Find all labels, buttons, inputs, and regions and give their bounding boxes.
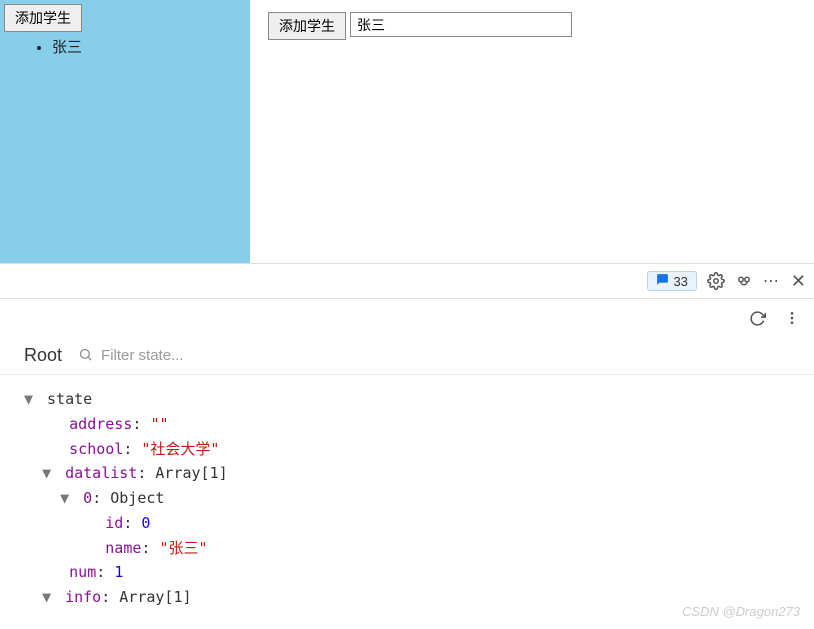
left-panel: 添加学生 张三 xyxy=(0,0,250,263)
tree-key-name[interactable]: name xyxy=(105,539,141,557)
add-student-button-right[interactable]: 添加学生 xyxy=(268,12,346,40)
tree-type: Array[1] xyxy=(155,464,227,482)
caret-down-icon[interactable]: ▼ xyxy=(42,461,56,486)
student-list: 张三 xyxy=(52,36,250,57)
devtools-toolbar: 33 ⋯ ✕ xyxy=(0,263,814,299)
tree-value: "" xyxy=(150,415,168,433)
kebab-menu-icon[interactable] xyxy=(784,310,800,326)
filter-bar: Root xyxy=(0,337,814,375)
copilot-icon[interactable] xyxy=(735,272,753,290)
refresh-icon[interactable] xyxy=(749,310,766,327)
filter-state-input[interactable] xyxy=(101,347,301,364)
state-tree: ▼ state address: "" school: "社会大学" ▼ dat… xyxy=(0,375,814,610)
search-icon xyxy=(78,347,93,365)
tree-key-id[interactable]: id xyxy=(105,514,123,532)
tree-value: 0 xyxy=(141,514,150,532)
tree-value: 1 xyxy=(114,563,123,581)
tree-value: "社会大学" xyxy=(141,440,219,458)
tree-key-address[interactable]: address xyxy=(69,415,132,433)
list-item: 张三 xyxy=(52,36,250,57)
tree-type: Array[1] xyxy=(119,588,191,606)
chat-icon xyxy=(656,273,669,289)
caret-down-icon[interactable]: ▼ xyxy=(60,486,74,511)
add-student-button-left[interactable]: 添加学生 xyxy=(4,4,82,32)
tree-key-index0[interactable]: 0 xyxy=(83,489,92,507)
caret-down-icon[interactable]: ▼ xyxy=(24,387,38,412)
root-label: Root xyxy=(24,345,62,366)
gear-icon[interactable] xyxy=(707,272,725,290)
search-wrap xyxy=(78,347,301,365)
tree-node-state[interactable]: state xyxy=(47,390,92,408)
right-panel: 添加学生 xyxy=(250,0,814,263)
tree-key-school[interactable]: school xyxy=(69,440,123,458)
tree-type: Object xyxy=(110,489,164,507)
tree-key-datalist[interactable]: datalist xyxy=(65,464,137,482)
tree-value: "张三" xyxy=(159,539,207,557)
close-icon[interactable]: ✕ xyxy=(791,271,806,292)
tree-key-num[interactable]: num xyxy=(69,563,96,581)
top-app-area: 添加学生 张三 添加学生 xyxy=(0,0,814,263)
caret-down-icon[interactable]: ▼ xyxy=(42,585,56,610)
more-icon[interactable]: ⋯ xyxy=(763,271,781,291)
tree-key-info[interactable]: info xyxy=(65,588,101,606)
refresh-bar xyxy=(0,299,814,337)
message-badge[interactable]: 33 xyxy=(647,271,696,291)
badge-count: 33 xyxy=(673,274,687,289)
watermark: CSDN @Dragon273 xyxy=(682,604,800,619)
student-name-input[interactable] xyxy=(350,12,572,37)
